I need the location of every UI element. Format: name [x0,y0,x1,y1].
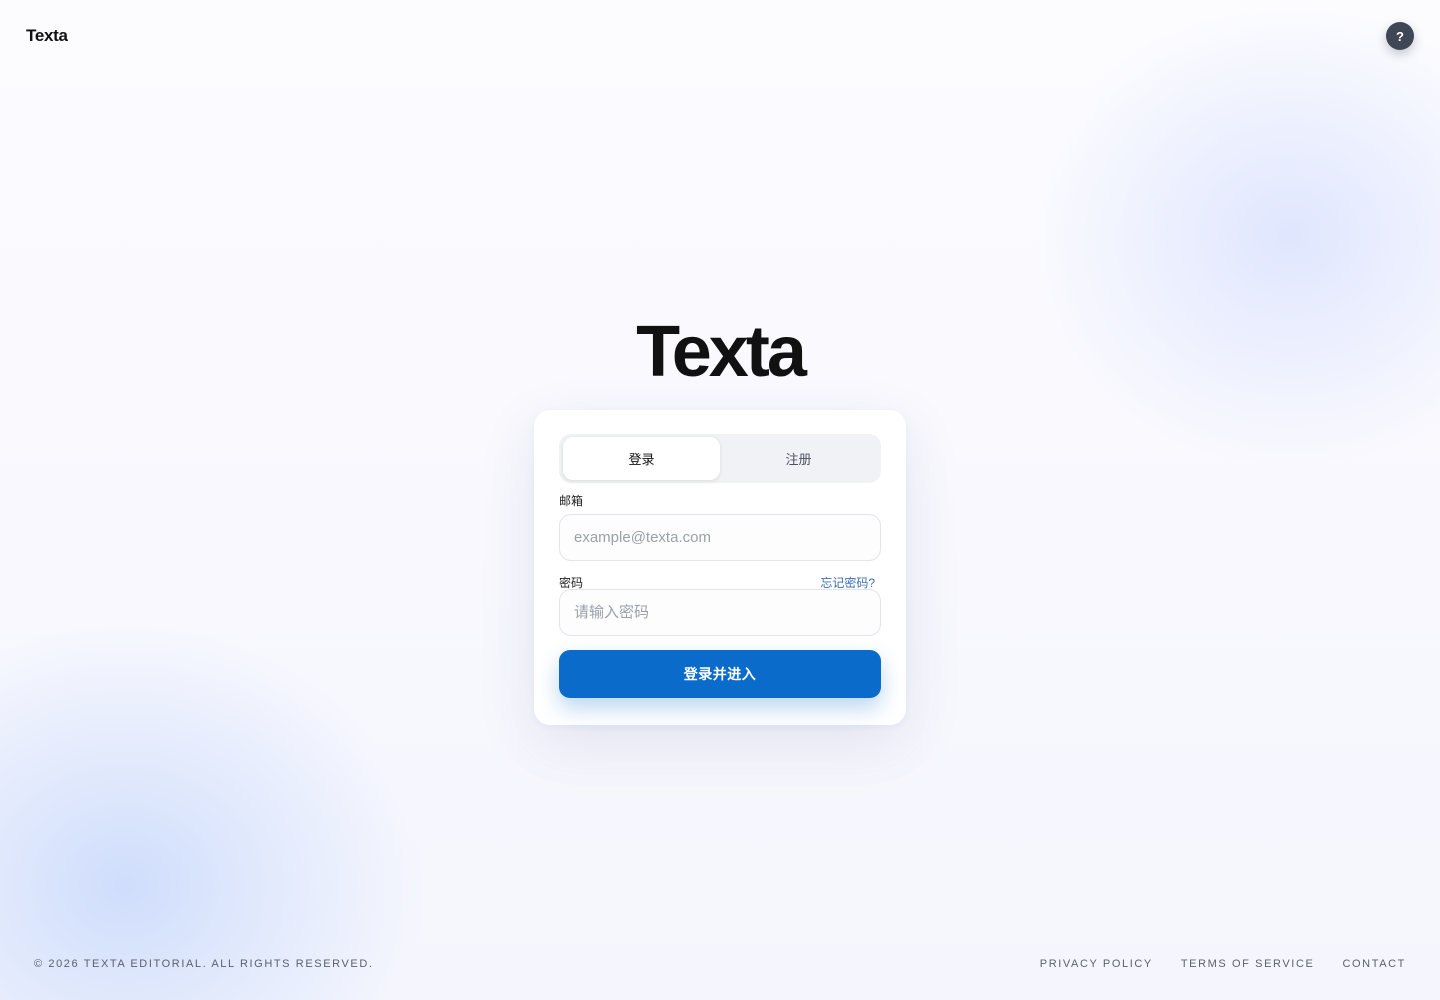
email-label: 邮箱 [559,494,584,508]
email-input[interactable] [559,514,881,561]
question-mark-icon: ? [1396,28,1404,44]
login-submit-button[interactable]: 登录并进入 [559,650,881,698]
tab-register[interactable]: 注册 [720,437,877,480]
footer-link-contact[interactable]: CONTACT [1342,958,1406,970]
auth-tabs: 登录 注册 [559,434,881,483]
footer-copyright: © 2026 TEXTA EDITORIAL. ALL RIGHTS RESER… [34,958,374,970]
footer-links: PRIVACY POLICY TERMS OF SERVICE CONTACT [1040,958,1406,970]
password-input[interactable] [559,589,881,636]
footer-link-terms[interactable]: TERMS OF SERVICE [1181,958,1315,970]
help-button[interactable]: ? [1386,22,1414,50]
header-logo[interactable]: Texta [26,26,68,46]
auth-card: 登录 注册 邮箱 密码 忘记密码? 登录并进入 [534,410,906,725]
brand-title: Texta [636,312,807,392]
footer-link-privacy[interactable]: PRIVACY POLICY [1040,958,1153,970]
tab-login[interactable]: 登录 [563,437,720,480]
